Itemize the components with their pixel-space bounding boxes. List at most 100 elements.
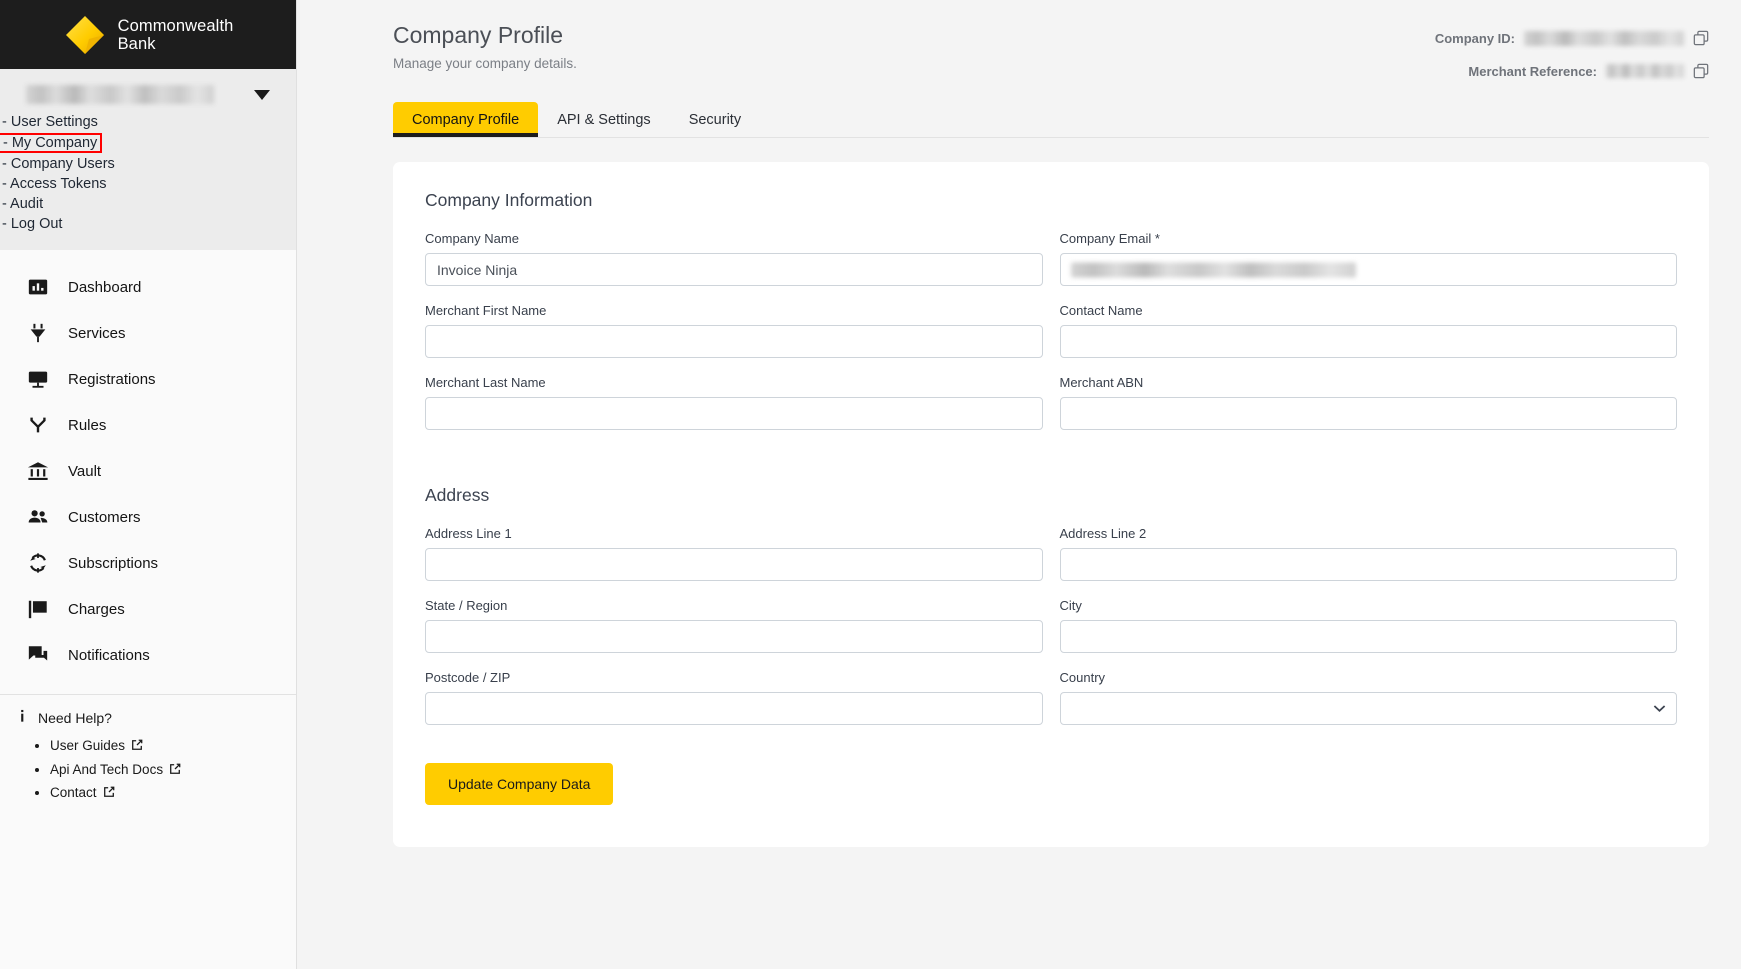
field-country: Country <box>1059 670 1677 725</box>
tab-api-settings[interactable]: API & Settings <box>538 102 670 137</box>
address-line-1-input[interactable] <box>425 548 1043 581</box>
copy-icon[interactable] <box>1693 30 1709 46</box>
field-merchant-abn: Merchant ABN <box>1059 375 1677 430</box>
primary-nav: Dashboard Services Registrations Rules V… <box>0 250 296 688</box>
nav-label: Customers <box>68 508 141 526</box>
sidebar-item-company-users[interactable]: - Company Users <box>0 154 296 174</box>
field-company-email: Company Email * <box>1059 231 1677 286</box>
tab-security[interactable]: Security <box>670 102 760 137</box>
refresh-icon <box>26 551 50 575</box>
commonwealth-bank-logo-icon <box>63 13 107 57</box>
sidebar-item-dashboard[interactable]: Dashboard <box>0 264 296 310</box>
sidebar-item-registrations[interactable]: Registrations <box>0 356 296 402</box>
sidebar-item-audit[interactable]: - Audit <box>0 194 296 214</box>
nav-label: Rules <box>68 416 107 434</box>
nav-label: Notifications <box>68 646 150 664</box>
merchant-reference-row: Merchant Reference: <box>1435 63 1709 79</box>
field-address-line-2: Address Line 2 <box>1059 526 1677 581</box>
external-link-icon <box>169 762 181 781</box>
nav-label: Vault <box>68 462 102 480</box>
help-section: Need Help? User Guides Api And Tech Docs… <box>0 695 296 806</box>
sidebar-item-my-company[interactable]: - My Company <box>0 132 296 154</box>
chart-bar-icon <box>26 275 50 299</box>
account-menu-label-active: - My Company <box>0 133 103 153</box>
sidebar-item-access-tokens[interactable]: - Access Tokens <box>0 174 296 194</box>
field-merchant-first-name: Merchant First Name <box>425 303 1043 358</box>
chevron-down-icon[interactable] <box>254 89 270 100</box>
brand-line-2: Bank <box>117 34 156 53</box>
app-root: Commonwealth Bank - User Settings - My C… <box>0 0 1741 969</box>
account-switcher[interactable] <box>0 69 296 112</box>
address-line-1-label: Address Line 1 <box>425 526 512 541</box>
people-icon <box>26 505 50 529</box>
list-item[interactable]: Contact <box>50 782 296 806</box>
help-link-label: Contact <box>50 785 97 800</box>
help-link-contact[interactable]: Contact <box>50 785 97 800</box>
nav-label: Dashboard <box>68 278 142 296</box>
postcode-zip-input[interactable] <box>425 692 1043 725</box>
account-menu-label: - Log Out <box>2 216 63 232</box>
help-title-row: Need Help? <box>14 709 296 727</box>
account-menu-label: - User Settings <box>2 114 98 130</box>
postcode-zip-label: Postcode / ZIP <box>425 670 511 685</box>
monitor-icon <box>26 367 50 391</box>
company-id-value-redacted <box>1524 30 1684 46</box>
city-input[interactable] <box>1059 620 1677 653</box>
sidebar-item-rules[interactable]: Rules <box>0 402 296 448</box>
list-item[interactable]: Api And Tech Docs <box>50 759 296 783</box>
merchant-abn-label: Merchant ABN <box>1059 375 1144 390</box>
merchant-abn-input[interactable] <box>1059 397 1677 430</box>
merchant-last-name-input[interactable] <box>425 397 1043 430</box>
sidebar-item-notifications[interactable]: Notifications <box>0 632 296 678</box>
sidebar-item-subscriptions[interactable]: Subscriptions <box>0 540 296 586</box>
sidebar-item-customers[interactable]: Customers <box>0 494 296 540</box>
sidebar-item-vault[interactable]: Vault <box>0 448 296 494</box>
nav-label: Registrations <box>68 370 156 388</box>
sidebar-item-services[interactable]: Services <box>0 310 296 356</box>
field-address-line-1: Address Line 1 <box>425 526 1043 581</box>
company-email-input[interactable] <box>1059 253 1677 286</box>
brand-logo-bar: Commonwealth Bank <box>0 0 296 69</box>
country-label: Country <box>1059 670 1106 685</box>
company-information-grid: Company Name Company Email * Merchant Fi… <box>425 231 1677 447</box>
tab-bar: Company Profile API & Settings Security <box>393 102 1709 138</box>
merchant-first-name-label: Merchant First Name <box>425 303 547 318</box>
field-contact-name: Contact Name <box>1059 303 1677 358</box>
address-line-2-input[interactable] <box>1059 548 1677 581</box>
address-heading: Address <box>425 485 490 505</box>
help-link-user-guides[interactable]: User Guides <box>50 738 125 753</box>
help-link-label: User Guides <box>50 738 126 753</box>
address-grid: Address Line 1 Address Line 2 State / Re… <box>425 526 1677 742</box>
help-links: User Guides Api And Tech Docs Contact <box>14 727 296 806</box>
company-information-heading: Company Information <box>425 190 593 210</box>
info-icon <box>16 709 29 727</box>
country-select-wrap <box>1059 692 1677 725</box>
company-email-wrap <box>1059 253 1677 286</box>
account-menu-items: - User Settings - My Company - Company U… <box>0 112 296 234</box>
update-company-data-button[interactable]: Update Company Data <box>425 763 614 805</box>
sidebar-item-charges[interactable]: Charges <box>0 586 296 632</box>
brand-name: Commonwealth Bank <box>118 17 234 53</box>
help-link-label: Api And Tech Docs <box>50 761 164 777</box>
nav-label: Subscriptions <box>68 554 159 572</box>
external-link-icon <box>131 738 143 757</box>
contact-name-input[interactable] <box>1059 325 1677 358</box>
tab-company-profile[interactable]: Company Profile <box>393 102 539 137</box>
list-item[interactable]: User Guides <box>50 735 296 759</box>
merchant-first-name-input[interactable] <box>425 325 1043 358</box>
company-profile-card: Company Information Company Name Company… <box>393 162 1709 847</box>
help-link-api-tech-docs[interactable]: Api And Tech Docs <box>50 762 163 777</box>
company-name-input[interactable] <box>425 253 1043 286</box>
help-title: Need Help? <box>38 710 112 726</box>
country-select[interactable] <box>1059 692 1677 725</box>
external-link-icon <box>103 785 115 804</box>
nav-label: Charges <box>68 600 125 618</box>
merchant-last-name-label: Merchant Last Name <box>425 375 546 390</box>
copy-icon[interactable] <box>1693 63 1709 79</box>
state-region-input[interactable] <box>425 620 1043 653</box>
sidebar-item-log-out[interactable]: - Log Out <box>0 214 296 234</box>
sidebar-item-user-settings[interactable]: - User Settings <box>0 112 296 132</box>
plug-icon <box>26 321 50 345</box>
merchant-reference-value-redacted <box>1606 64 1684 78</box>
account-menu-label: - Company Users <box>2 156 115 172</box>
